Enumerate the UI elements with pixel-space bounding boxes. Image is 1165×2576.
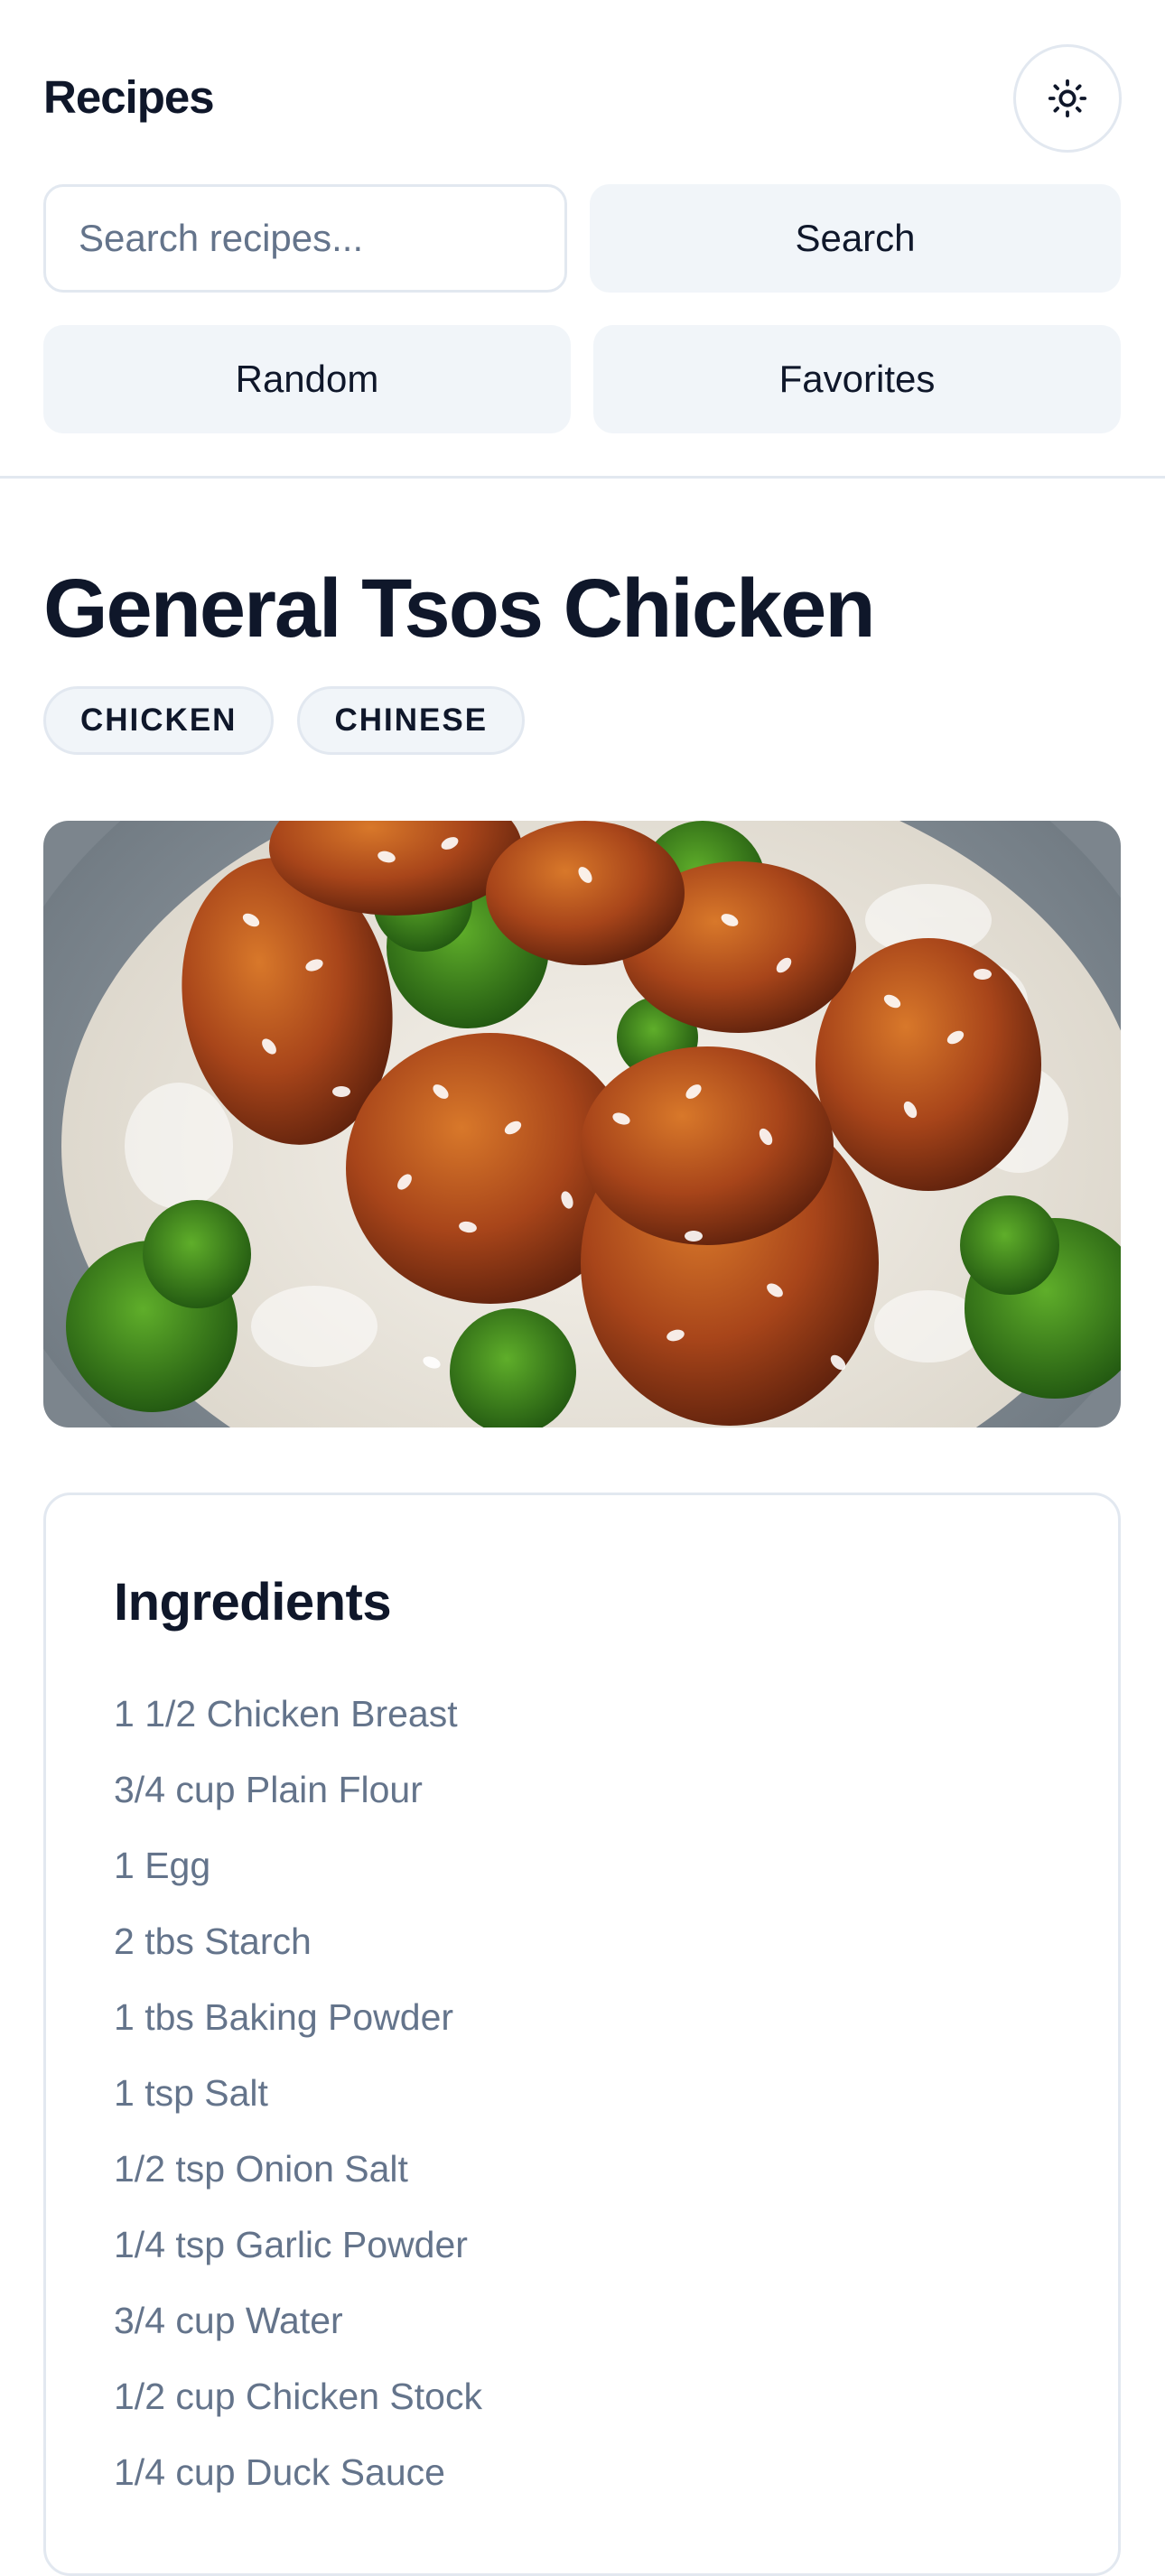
recipe-image: [43, 821, 1121, 1427]
ingredient-item: 3/4 cup Plain Flour: [114, 1769, 423, 1810]
theme-toggle-button[interactable]: [1013, 44, 1122, 153]
recipe-tags: CHICKEN CHINESE: [43, 686, 526, 755]
ingredients-list: 1 1/2 Chicken Breast 3/4 cup Plain Flour…: [114, 1687, 482, 2521]
ingredient-item: 3/4 cup Water: [114, 2300, 343, 2341]
sun-icon: [1048, 79, 1087, 118]
tag-chinese: CHINESE: [297, 686, 526, 755]
ingredient-item: 1 Egg: [114, 1845, 211, 1886]
search-button[interactable]: Search: [590, 184, 1121, 293]
recipe-title: General Tsos Chicken: [43, 563, 876, 655]
ingredient-item: 1/2 tsp Onion Salt: [114, 2148, 408, 2190]
app-header: Recipes Search Random Favorites: [0, 0, 1165, 479]
app-title: Recipes: [43, 71, 215, 123]
ingredient-item: 1 tbs Baking Powder: [114, 1996, 454, 2038]
ingredient-item: 1 1/2 Chicken Breast: [114, 1693, 458, 1734]
ingredient-item: 1/4 cup Duck Sauce: [114, 2451, 445, 2493]
ingredient-item: 2 tbs Starch: [114, 1920, 312, 1962]
ingredient-item: 1/4 tsp Garlic Powder: [114, 2224, 468, 2265]
random-button[interactable]: Random: [43, 325, 571, 433]
search-input[interactable]: [43, 184, 567, 293]
ingredients-heading: Ingredients: [114, 1573, 392, 1632]
ingredient-item: 1/2 cup Chicken Stock: [114, 2376, 482, 2417]
ingredients-card: Ingredients 1 1/2 Chicken Breast 3/4 cup…: [43, 1493, 1121, 2576]
tag-chicken: CHICKEN: [43, 686, 275, 755]
ingredient-item: 1 tsp Salt: [114, 2072, 268, 2114]
favorites-button[interactable]: Favorites: [593, 325, 1121, 433]
